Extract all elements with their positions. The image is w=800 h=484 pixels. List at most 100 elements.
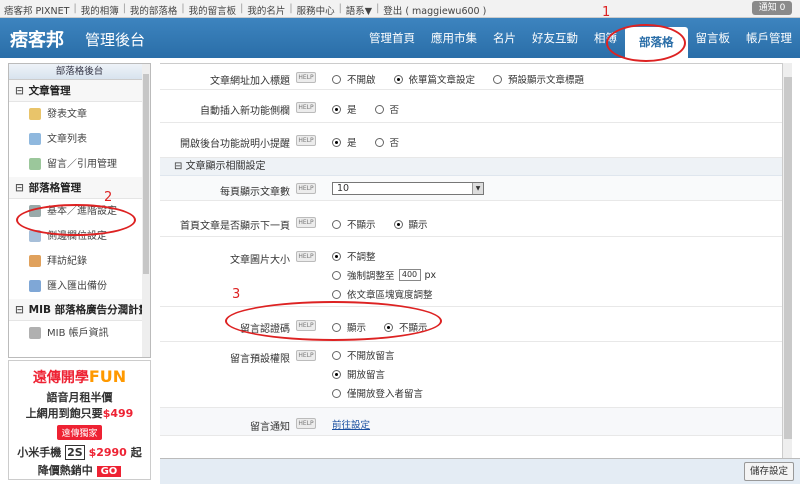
setting-row-per-page: 每頁顯示文章數 HELP 10 ▼	[160, 176, 782, 201]
help-button[interactable]: HELP	[296, 350, 316, 361]
radio-option[interactable]: 依文章區塊寬度調整	[332, 287, 436, 301]
help-button[interactable]: HELP	[296, 418, 316, 429]
radio-option[interactable]: 強制調整至 400 px	[332, 268, 436, 282]
ad-go-button[interactable]: GO	[96, 466, 122, 477]
nav-card[interactable]: 名片	[485, 30, 524, 46]
sidebar-section-articles[interactable]: ⊟ 文章管理	[9, 80, 150, 102]
radio-button[interactable]	[393, 219, 403, 229]
radio-option[interactable]: 不開放留言	[332, 348, 423, 362]
ad-line-sale: 降價熱銷中 GO	[9, 462, 150, 478]
help-button[interactable]: HELP	[296, 135, 316, 146]
top-links: 痞客邦 PIXNET | 我的相簿 | 我的部落格 | 我的留言板 | 我的名片 | 服務…	[4, 3, 486, 17]
sidebar-item-mib-account[interactable]: MIB 帳戶資訊	[9, 321, 150, 346]
ad-line-voice: 語音月租半價	[46, 391, 113, 404]
top-link-guestbook[interactable]: 我的留言板	[189, 3, 237, 17]
radio-button[interactable]	[332, 350, 341, 360]
radio-option[interactable]: 否	[374, 135, 400, 149]
sidebar-item-comments[interactable]: 留言／引用管理	[9, 152, 150, 177]
collapse-icon[interactable]: ⊟	[174, 161, 186, 172]
nav-account[interactable]: 帳戶管理	[738, 30, 800, 46]
ad-banner[interactable]: 遠傳開學FUN 語音月租半價 上網用到飽只要$499 遠傳獨家 小米手機 2S …	[8, 360, 151, 480]
radio-option[interactable]: 開放留言	[332, 367, 423, 381]
sidebar-section-blog[interactable]: ⊟ 部落格管理	[9, 177, 150, 199]
radio-button[interactable]	[332, 388, 341, 398]
setting-label: 開啟後台功能說明小提醒	[180, 139, 290, 150]
sidebar-scrollbar[interactable]	[142, 64, 150, 357]
help-button[interactable]: HELP	[296, 251, 316, 262]
radio-button[interactable]	[374, 137, 384, 147]
nav-friends[interactable]: 好友互動	[524, 30, 586, 46]
help-button[interactable]: HELP	[296, 183, 316, 194]
nav-home[interactable]: 管理首頁	[361, 30, 423, 46]
radio-button[interactable]	[393, 74, 403, 84]
radio-button[interactable]	[374, 104, 384, 114]
section-header-article-display[interactable]: ⊟ 文章顯示相關設定	[160, 158, 782, 176]
content-scrollbar[interactable]	[782, 63, 792, 458]
dropdown-arrow-icon[interactable]: ▼	[472, 183, 483, 194]
radio-button[interactable]	[332, 137, 341, 147]
help-button[interactable]: HELP	[296, 72, 316, 83]
collapse-icon[interactable]: ⊟	[15, 80, 25, 102]
collapse-icon[interactable]: ⊟	[15, 177, 25, 199]
radio-button[interactable]	[332, 289, 341, 299]
pixnet-logo[interactable]: 痞客邦	[10, 26, 64, 52]
radio-button[interactable]	[332, 369, 341, 379]
radio-button[interactable]	[332, 104, 341, 114]
top-link-service[interactable]: 服務中心	[297, 3, 335, 17]
radio-label: 不調整	[347, 252, 376, 263]
radio-option[interactable]: 不開啟	[332, 72, 376, 86]
radio-label: 是	[347, 138, 357, 149]
sidebar-item-visits[interactable]: 拜訪紀錄	[9, 249, 150, 274]
sidebar-item-article-list[interactable]: 文章列表	[9, 127, 150, 152]
top-link-logout[interactable]: 登出 ( maggiewu600 )	[383, 3, 486, 17]
image-width-input[interactable]: 400	[398, 269, 421, 281]
radio-button[interactable]	[332, 74, 341, 84]
radio-label: 否	[389, 138, 400, 149]
radio-option[interactable]: 否	[374, 102, 399, 116]
sidebar-item-backup[interactable]: 匯入匯出備份	[9, 274, 150, 299]
top-link-pixnet[interactable]: 痞客邦 PIXNET	[4, 3, 69, 17]
radio-option[interactable]: 依單篇文章設定	[393, 72, 475, 86]
scrollbar-thumb[interactable]	[143, 74, 149, 274]
separator: |	[289, 3, 293, 14]
top-link-language[interactable]: 語系▼	[346, 3, 372, 17]
radio-button[interactable]	[332, 251, 341, 261]
sidebar-item-post[interactable]: 發表文章	[9, 102, 150, 127]
ad-exclusive-badge: 遠傳獨家	[57, 425, 102, 440]
collapse-icon[interactable]: ⊟	[15, 299, 25, 321]
radio-label: 預設顯示文章標題	[508, 75, 585, 86]
radio-option[interactable]: 僅開放登入者留言	[332, 386, 423, 400]
radio-option[interactable]: 不顯示	[332, 217, 376, 231]
nav-guestbook[interactable]: 留言板	[688, 30, 739, 46]
radio-button[interactable]	[332, 219, 341, 229]
annotation-number-3: 3	[232, 287, 241, 302]
radio-option[interactable]: 顯示	[393, 217, 428, 231]
select-value: 10	[337, 183, 350, 194]
section-label: MIB 部落格廣告分潤計畫	[28, 304, 150, 316]
top-link-blog[interactable]: 我的部落格	[130, 3, 178, 17]
per-page-select[interactable]: 10 ▼	[332, 182, 484, 195]
main-nav: 管理首頁 應用市集 名片 好友互動 相簿 部落格 留言板 帳戶管理	[361, 18, 800, 58]
radio-button[interactable]	[332, 270, 341, 280]
top-link-album[interactable]: 我的相簿	[81, 3, 119, 17]
radio-option[interactable]: 預設顯示文章標題	[493, 72, 584, 86]
top-link-card[interactable]: 我的名片	[247, 3, 285, 17]
radio-option[interactable]: 是	[332, 102, 357, 116]
save-button[interactable]: 儲存設定	[744, 462, 794, 481]
help-button[interactable]: HELP	[296, 217, 316, 228]
ad-phone-suffix: 起	[130, 446, 142, 459]
separator: |	[240, 3, 244, 14]
scrollbar-thumb[interactable]	[784, 77, 792, 439]
radio-option[interactable]: 是	[332, 135, 357, 149]
setting-label: 文章網址加入標題	[210, 76, 290, 87]
radio-button[interactable]	[493, 74, 503, 84]
nav-app-market[interactable]: 應用市集	[423, 30, 485, 46]
admin-title: 管理後台	[85, 31, 146, 49]
radio-option[interactable]: 不調整	[332, 249, 436, 263]
sidebar-section-mib[interactable]: ⊟ MIB 部落格廣告分潤計畫	[9, 299, 150, 321]
help-button[interactable]: HELP	[296, 102, 316, 113]
setting-row-next-page: 首頁文章是否顯示下一頁 HELP 不顯示 顯示	[160, 201, 782, 237]
notify-button[interactable]: 通知 0	[752, 1, 792, 15]
notify-settings-link[interactable]: 前往設定	[332, 417, 370, 431]
radio-group: 不開放留言 開放留言 僅開放登入者留言	[332, 348, 423, 405]
